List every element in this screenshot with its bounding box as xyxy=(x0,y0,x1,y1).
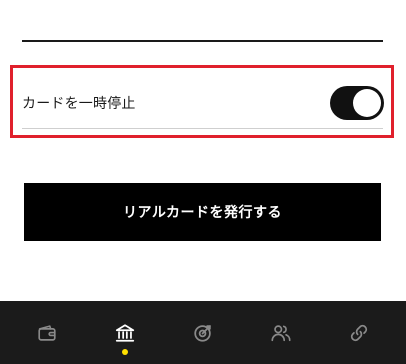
nav-item-target[interactable] xyxy=(173,301,233,364)
pause-card-row: カードを一時停止 xyxy=(22,80,384,126)
target-icon xyxy=(194,324,211,342)
row-divider xyxy=(22,128,383,129)
toggle-knob xyxy=(353,89,381,117)
bank-icon xyxy=(115,323,135,342)
pause-card-toggle[interactable] xyxy=(330,86,384,120)
top-divider xyxy=(22,40,383,42)
wallet-icon xyxy=(38,324,56,341)
nav-item-wallet[interactable] xyxy=(17,301,77,364)
bottom-navigation xyxy=(0,301,406,364)
nav-item-people[interactable] xyxy=(251,301,311,364)
active-indicator xyxy=(122,349,128,355)
nav-item-link[interactable] xyxy=(329,301,389,364)
people-icon xyxy=(271,324,291,341)
pause-card-label: カードを一時停止 xyxy=(22,96,136,112)
issue-real-card-button[interactable]: リアルカードを発行する xyxy=(24,183,381,241)
nav-item-bank[interactable] xyxy=(95,301,155,364)
link-icon xyxy=(350,324,368,341)
